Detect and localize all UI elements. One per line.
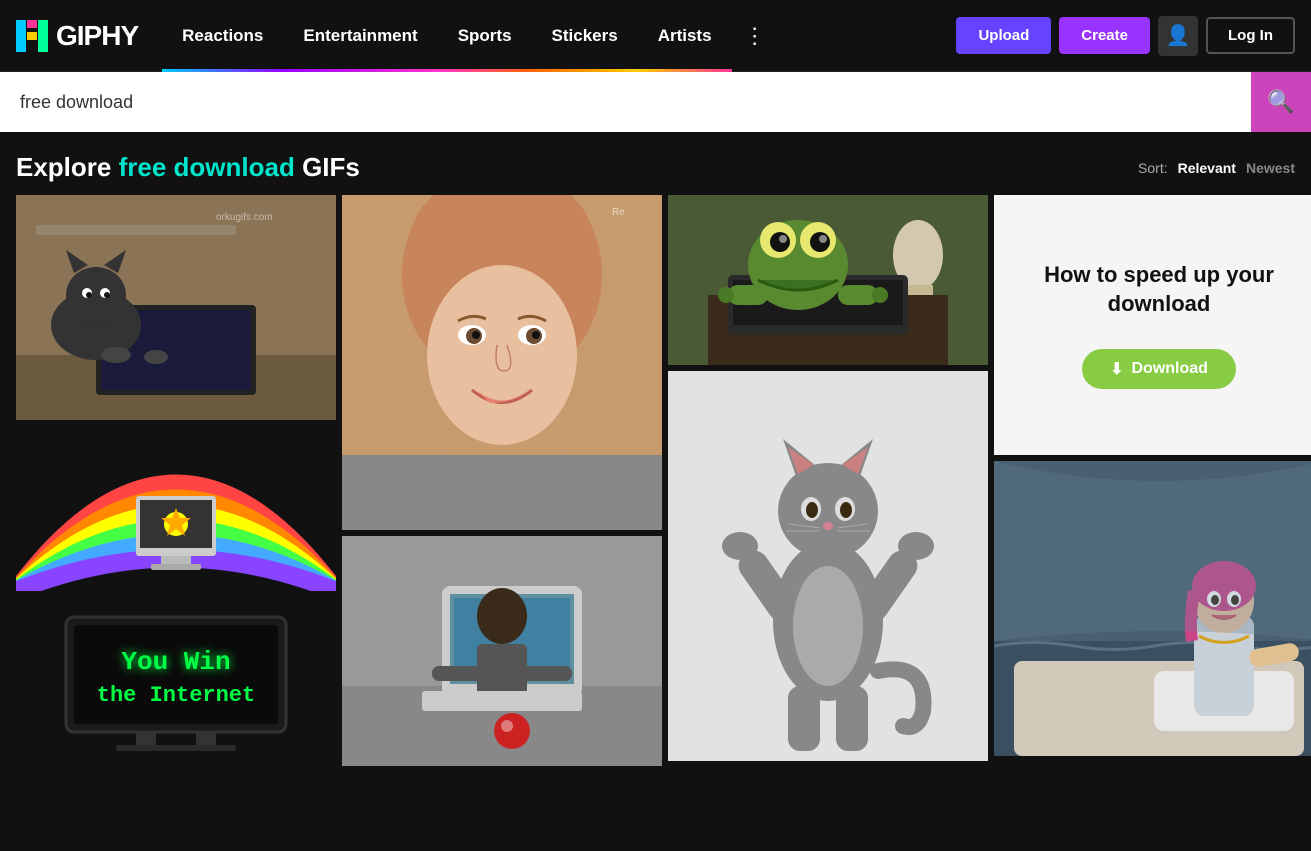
search-input[interactable] [0, 74, 1251, 131]
logo-area[interactable]: GIPHY [16, 20, 138, 52]
nav-entertainment[interactable]: Entertainment [283, 0, 437, 72]
gif-grid: orkugifs.com [0, 195, 1311, 782]
logo-icon [16, 20, 48, 52]
search-bar: 🔍 [0, 72, 1311, 132]
gif-column-1: orkugifs.com [16, 195, 336, 766]
nav-links: Reactions Entertainment Sports Stickers … [162, 0, 956, 72]
user-icon: 👤 [1166, 23, 1191, 48]
site-name: GIPHY [56, 20, 138, 52]
gif-column-2: Re [342, 195, 662, 766]
nav-reactions[interactable]: Reactions [162, 0, 283, 72]
nav-actions: Upload Create 👤 Log In [956, 16, 1295, 56]
gif-column-3 [668, 195, 988, 766]
gif-rainbow-computer[interactable] [16, 426, 336, 591]
gif-person-old-computer[interactable] [342, 536, 662, 766]
gif-kermit-typing[interactable] [668, 195, 988, 365]
gif-cat-standing[interactable] [668, 371, 988, 761]
nav-artists[interactable]: Artists [638, 0, 732, 72]
sort-newest[interactable]: Newest [1246, 160, 1295, 176]
login-button[interactable]: Log In [1206, 17, 1295, 54]
search-button[interactable]: 🔍 [1251, 72, 1311, 132]
gif-rihanna-boat[interactable] [994, 461, 1311, 756]
upload-button[interactable]: Upload [956, 17, 1051, 54]
sort-area: Sort: Relevant Newest [1138, 160, 1295, 176]
sort-label: Sort: [1138, 160, 1168, 176]
search-icon: 🔍 [1267, 89, 1294, 115]
gif-woman-celebrity[interactable]: Re [342, 195, 662, 530]
user-avatar-button[interactable]: 👤 [1158, 16, 1198, 56]
gif-column-4: How to speed up your download ⬇ Download [994, 195, 1311, 766]
nav-sports[interactable]: Sports [438, 0, 532, 72]
explore-header: Explore free download GIFs Sort: Relevan… [0, 132, 1311, 195]
explore-title: Explore free download GIFs [16, 152, 360, 183]
navbar: GIPHY Reactions Entertainment Sports Sti… [0, 0, 1311, 72]
gif-cat-typing[interactable]: orkugifs.com [16, 195, 336, 420]
sort-relevant[interactable]: Relevant [1178, 160, 1236, 176]
gif-download-ad[interactable]: How to speed up your download ⬇ Download [994, 195, 1311, 455]
gif-you-win-internet[interactable]: You Win the Internet [16, 597, 336, 752]
more-menu-button[interactable]: ⋮ [732, 0, 778, 72]
nav-stickers[interactable]: Stickers [532, 0, 638, 72]
create-button[interactable]: Create [1059, 17, 1150, 54]
